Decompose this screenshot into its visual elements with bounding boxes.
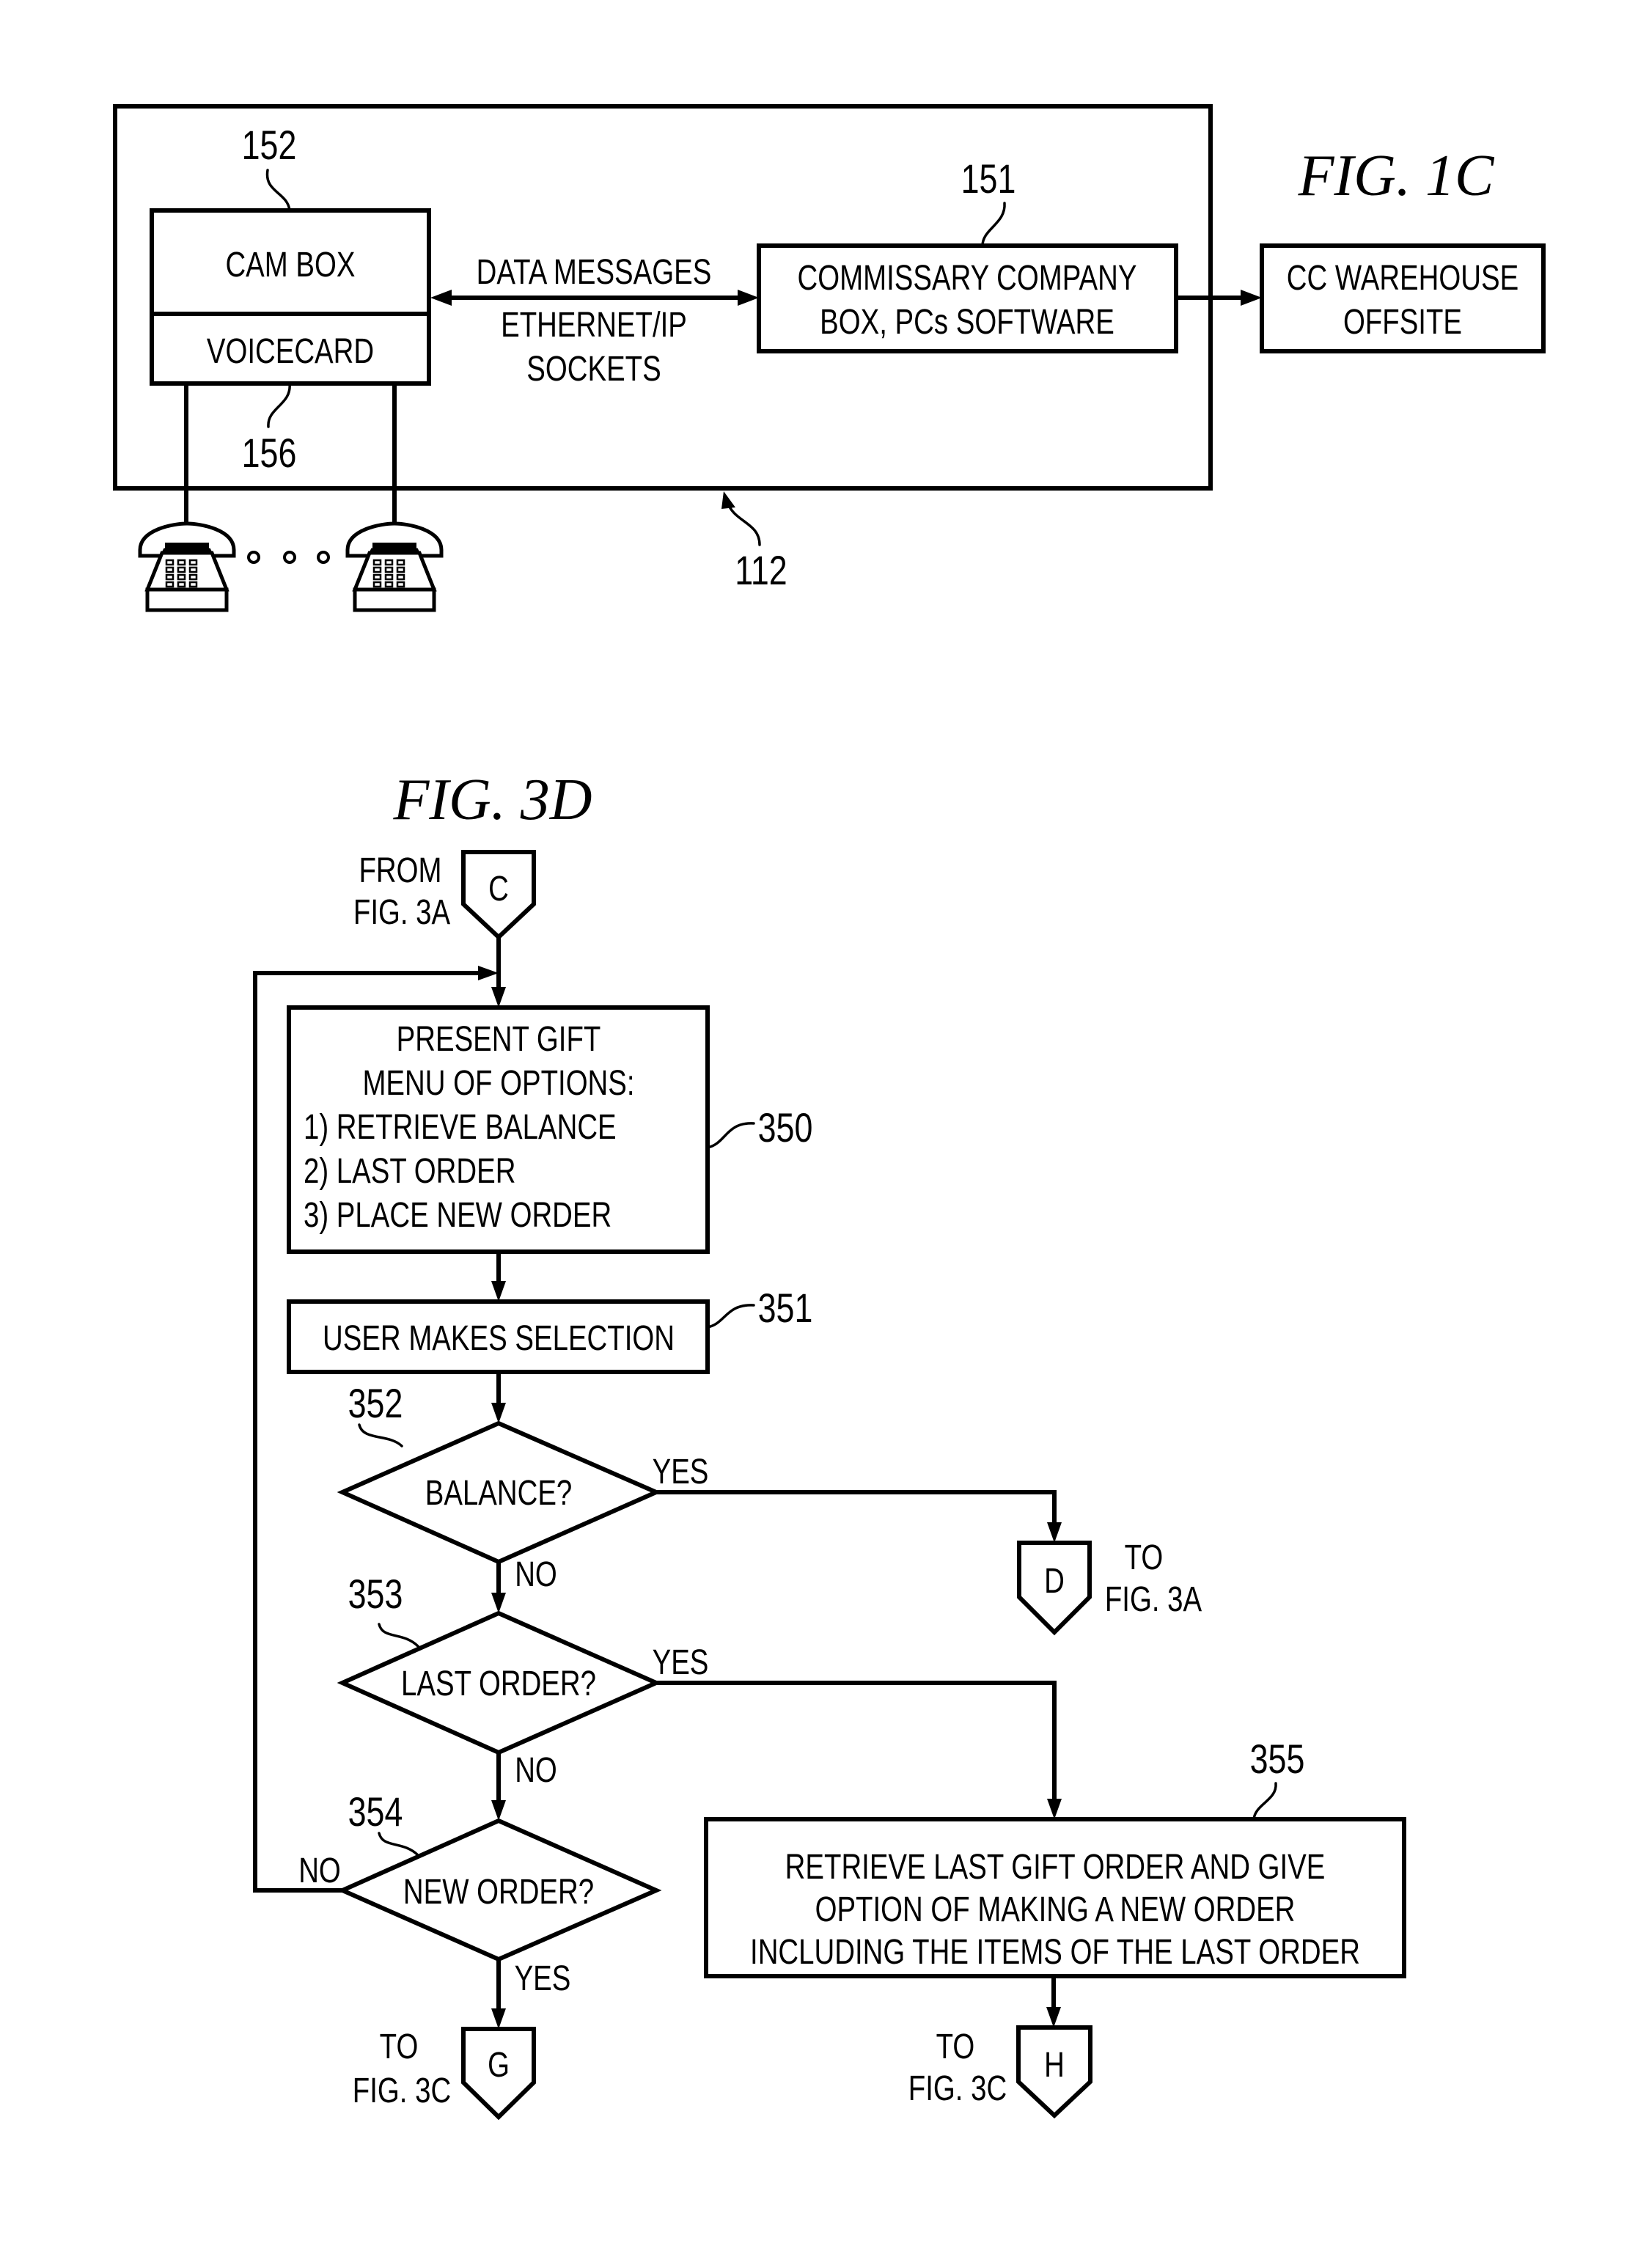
ref-112: 112 bbox=[735, 547, 787, 593]
link-label-ethernet-ip: ETHERNET/IP bbox=[501, 306, 687, 345]
arrowhead-right bbox=[738, 290, 759, 306]
warehouse-line1: CC WAREHOUSE bbox=[1287, 259, 1518, 298]
ref-350: 350 bbox=[758, 1104, 813, 1150]
connector-g-letter: G bbox=[488, 2046, 510, 2085]
cam-box-block: CAM BOX VOICECARD bbox=[150, 208, 431, 386]
leader-151 bbox=[981, 202, 1006, 247]
figure-3d-title: FIG. 3D bbox=[392, 768, 592, 832]
flow-352-yes-to-d bbox=[654, 1490, 1057, 1527]
arrowhead-112 bbox=[721, 491, 735, 509]
leader-351 bbox=[706, 1304, 755, 1329]
leader-112 bbox=[726, 500, 761, 546]
step-350-line4: 2) LAST ORDER bbox=[304, 1152, 515, 1191]
ref-353: 353 bbox=[348, 1571, 403, 1617]
arrowhead-into-354 bbox=[491, 1800, 506, 1821]
leader-353 bbox=[378, 1623, 419, 1648]
step-350-line5: 3) PLACE NEW ORDER bbox=[304, 1196, 611, 1235]
patent-drawing-sheet: FIG. 1C CAM BOX VOICECARD 152 156 DATA M… bbox=[113, 104, 1546, 2121]
arrowhead-into-h bbox=[1046, 2007, 1061, 2027]
connector-d-letter: D bbox=[1044, 1562, 1065, 1601]
arrowhead-into-350 bbox=[491, 987, 506, 1008]
figure-1c: FIG. 1C CAM BOX VOICECARD 152 156 DATA M… bbox=[113, 104, 1546, 612]
connector-d-note-to: TO bbox=[1125, 1538, 1164, 1577]
ellipsis-dots bbox=[247, 551, 330, 564]
decision-353-label: LAST ORDER? bbox=[401, 1665, 596, 1703]
figure-3d: FIG. 3D C FROM FIG. 3A PRESENT GIFT MENU… bbox=[253, 768, 1406, 2121]
arrowhead-left bbox=[430, 290, 452, 306]
ref-351: 351 bbox=[758, 1285, 813, 1331]
connector-h-note-fig: FIG. 3C bbox=[908, 2069, 1007, 2108]
flow-353-yes-to-355 bbox=[654, 1681, 1057, 1805]
connector-h-note-to: TO bbox=[936, 2027, 975, 2066]
arrowhead-loop bbox=[478, 966, 499, 980]
telephone-icon bbox=[138, 521, 236, 612]
decision-352-yes: YES bbox=[653, 1453, 709, 1491]
connector-c-note-fig: FIG. 3A bbox=[353, 893, 450, 932]
commissary-box-line1: COMMISSARY COMPANY bbox=[798, 259, 1137, 298]
ref-352: 352 bbox=[348, 1380, 403, 1426]
step-350-line3: 1) RETRIEVE BALANCE bbox=[304, 1108, 617, 1147]
decision-354-label: NEW ORDER? bbox=[403, 1873, 594, 1912]
ref-152: 152 bbox=[242, 122, 297, 168]
ref-355: 355 bbox=[1250, 1736, 1305, 1782]
connector-h-letter: H bbox=[1044, 2046, 1065, 2085]
link-label-sockets: SOCKETS bbox=[526, 350, 661, 389]
warehouse-line2: OFFSITE bbox=[1343, 303, 1462, 342]
arrowhead-into-351 bbox=[491, 1281, 506, 1302]
leader-350 bbox=[706, 1122, 755, 1149]
decision-353-no: NO bbox=[515, 1751, 557, 1790]
leader-354 bbox=[378, 1832, 419, 1857]
leader-355 bbox=[1252, 1782, 1277, 1821]
decision-352-label: BALANCE? bbox=[425, 1474, 573, 1513]
step-355-line2: OPTION OF MAKING A NEW ORDER bbox=[815, 1890, 1296, 1929]
step-350-line1: PRESENT GIFT bbox=[397, 1020, 601, 1059]
step-350-line2: MENU OF OPTIONS: bbox=[362, 1064, 634, 1103]
leader-352 bbox=[358, 1423, 403, 1447]
ref-151: 151 bbox=[961, 155, 1016, 202]
decision-354-yes: YES bbox=[515, 1959, 571, 1998]
connector-g-note-fig: FIG. 3C bbox=[353, 2071, 451, 2110]
connector-d-note-fig: FIG. 3A bbox=[1105, 1580, 1202, 1619]
step-351-label: USER MAKES SELECTION bbox=[323, 1319, 675, 1358]
commissary-box-line2: BOX, PCs SOFTWARE bbox=[820, 303, 1114, 342]
arrowhead-into-355 bbox=[1047, 1799, 1062, 1819]
leader-156 bbox=[267, 382, 291, 428]
arrowhead-into-352 bbox=[491, 1403, 506, 1423]
decision-352-no: NO bbox=[515, 1555, 557, 1594]
link-label-data-messages: DATA MESSAGES bbox=[477, 253, 712, 292]
step-355-line1: RETRIEVE LAST GIFT ORDER AND GIVE bbox=[785, 1848, 1326, 1887]
step-355-line3: INCLUDING THE ITEMS OF THE LAST ORDER bbox=[750, 1933, 1360, 1972]
decision-354-no: NO bbox=[298, 1852, 341, 1890]
arrowhead-into-g bbox=[491, 2008, 506, 2029]
voicecard-label: VOICECARD bbox=[207, 332, 374, 371]
arrowhead-into-d bbox=[1047, 1522, 1062, 1543]
figure-1c-title: FIG. 1C bbox=[1298, 144, 1495, 208]
connector-c-letter: C bbox=[488, 870, 509, 909]
cam-box-label: CAM BOX bbox=[225, 246, 355, 285]
telephone-icon bbox=[345, 521, 444, 612]
connector-c-note-from: FROM bbox=[359, 851, 441, 890]
ref-354: 354 bbox=[348, 1788, 403, 1835]
connector-g-note-to: TO bbox=[380, 2027, 419, 2066]
decision-353-yes: YES bbox=[653, 1643, 709, 1682]
ref-156: 156 bbox=[242, 430, 297, 476]
arrowhead-warehouse bbox=[1241, 290, 1262, 306]
leader-152 bbox=[265, 169, 291, 212]
arrowhead-into-353 bbox=[491, 1593, 506, 1613]
